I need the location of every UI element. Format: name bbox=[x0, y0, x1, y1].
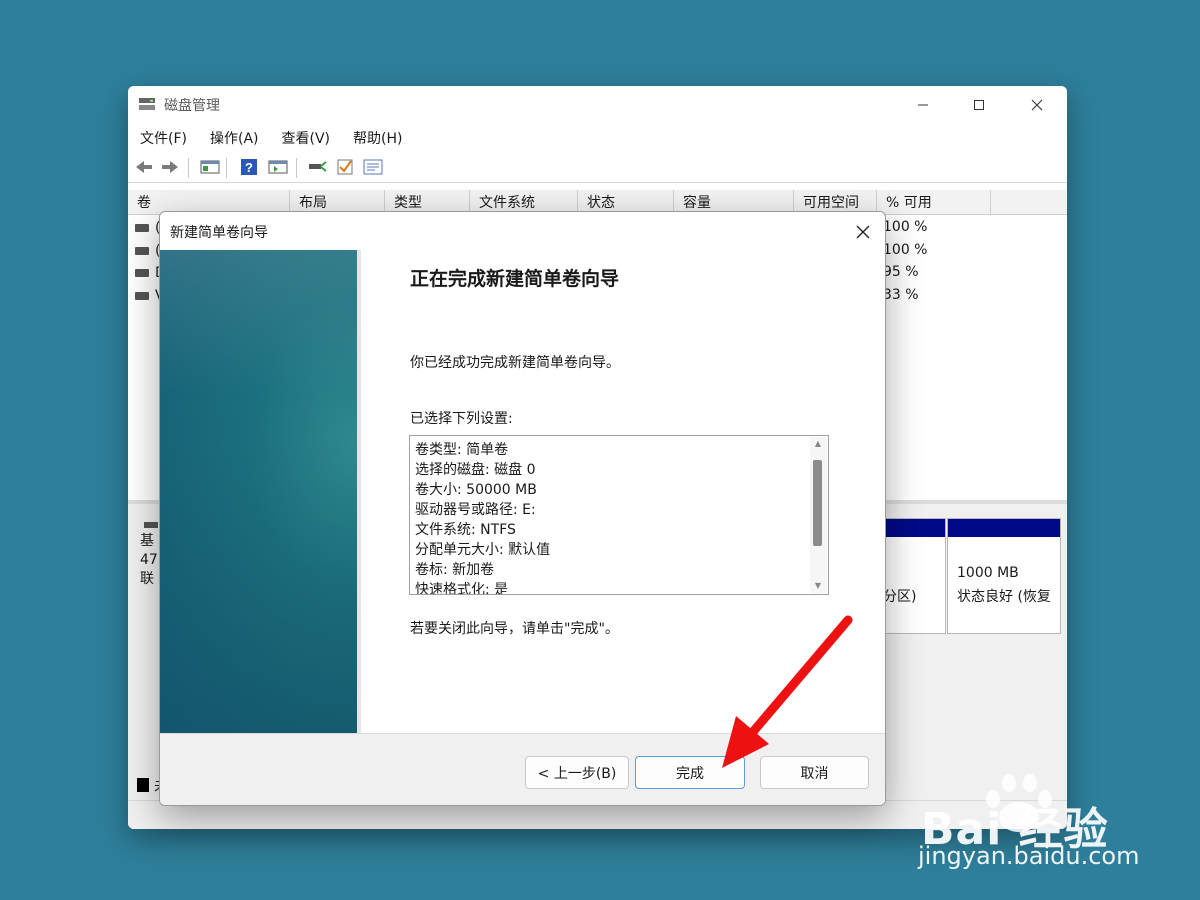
disk-management-icon bbox=[139, 98, 155, 110]
check-button[interactable] bbox=[334, 156, 356, 178]
close-button[interactable] bbox=[1012, 90, 1062, 120]
setting-line: 选择的磁盘: 磁盘 0 bbox=[415, 462, 536, 478]
setting-line: 驱动器号或路径: E: bbox=[415, 502, 536, 518]
scroll-down-icon[interactable]: ▼ bbox=[814, 582, 822, 590]
partition-size: 1000 MB bbox=[957, 565, 1019, 581]
disk-icon bbox=[144, 522, 158, 528]
cancel-button[interactable]: 取消 bbox=[760, 756, 869, 789]
menu-file[interactable]: 文件(F) bbox=[128, 124, 198, 150]
title-bar[interactable]: 磁盘管理 bbox=[128, 86, 1067, 124]
toolbar-separator bbox=[188, 158, 189, 178]
show-console-tree-button[interactable] bbox=[199, 156, 221, 178]
column-percent-free[interactable]: % 可用 bbox=[877, 190, 991, 214]
setting-line: 文件系统: NTFS bbox=[415, 522, 516, 538]
menu-view[interactable]: 查看(V) bbox=[270, 124, 342, 150]
volume-percent-free: 100 % bbox=[883, 219, 928, 235]
wizard-footer: < 上一步(B) 完成 取消 bbox=[160, 733, 885, 805]
forward-button[interactable] bbox=[159, 156, 181, 178]
disk-info: 基 47 联 bbox=[140, 532, 158, 589]
svg-text:?: ? bbox=[245, 160, 253, 175]
wizard-side-banner bbox=[160, 250, 357, 733]
minimize-icon bbox=[918, 104, 928, 106]
menu-help[interactable]: 帮助(H) bbox=[341, 124, 413, 150]
help-icon: ? bbox=[241, 159, 257, 175]
setting-line: 卷类型: 简单卷 bbox=[415, 442, 509, 458]
console-tree-icon bbox=[200, 160, 220, 174]
forward-arrow-icon bbox=[162, 161, 178, 173]
properties-icon bbox=[363, 159, 383, 175]
maximize-button[interactable] bbox=[954, 90, 1004, 120]
connect-disk-icon bbox=[309, 161, 327, 172]
scrollbar-thumb[interactable] bbox=[813, 460, 822, 546]
volume-percent-free: 100 % bbox=[883, 242, 928, 258]
disk-status: 联 bbox=[140, 571, 154, 587]
banner-shading bbox=[160, 250, 357, 733]
wizard-title: 新建简单卷向导 bbox=[170, 225, 268, 241]
window-title: 磁盘管理 bbox=[164, 98, 220, 114]
volume-percent-free: 95 % bbox=[883, 264, 919, 280]
setting-line: 分配单元大小: 默认值 bbox=[415, 542, 551, 558]
wizard-heading: 正在完成新建简单卷向导 bbox=[410, 268, 620, 290]
drive-icon bbox=[135, 247, 149, 255]
maximize-icon bbox=[974, 100, 984, 110]
back-button[interactable] bbox=[133, 156, 155, 178]
setting-line: 卷标: 新加卷 bbox=[415, 562, 495, 578]
partition-bar bbox=[948, 519, 1060, 537]
setting-line: 快速格式化: 是 bbox=[415, 582, 509, 595]
volume-percent-free: 33 % bbox=[883, 287, 919, 303]
toolbar-separator bbox=[226, 158, 227, 178]
banner-edge bbox=[357, 250, 361, 733]
setting-line: 卷大小: 50000 MB bbox=[415, 482, 537, 498]
drive-icon bbox=[135, 224, 149, 232]
close-icon bbox=[1031, 99, 1043, 111]
menu-action[interactable]: 操作(A) bbox=[198, 124, 270, 150]
scroll-up-icon[interactable]: ▲ bbox=[814, 440, 822, 448]
wizard-close-button[interactable] bbox=[851, 220, 875, 244]
drive-icon bbox=[135, 292, 149, 300]
finish-button[interactable]: 完成 bbox=[635, 756, 745, 789]
settings-summary-box[interactable]: 卷类型: 简单卷 选择的磁盘: 磁盘 0 卷大小: 50000 MB 驱动器号或… bbox=[409, 435, 829, 595]
connect-disk-button[interactable] bbox=[306, 156, 328, 178]
close-hint: 若要关闭此向导，请单击"完成"。 bbox=[410, 621, 619, 637]
toolbar-separator bbox=[296, 158, 297, 178]
back-arrow-icon bbox=[136, 161, 152, 173]
wizard-intro: 你已经成功完成新建简单卷向导。 bbox=[410, 355, 620, 371]
watermark-url: jingyan.baidu.com bbox=[918, 842, 1140, 870]
partition-status: 状态良好 (恢复 bbox=[957, 589, 1051, 605]
minimize-button[interactable] bbox=[898, 90, 948, 120]
disk-label: 基 bbox=[140, 533, 154, 549]
settings-label: 已选择下列设置: bbox=[410, 411, 513, 427]
drive-icon bbox=[135, 269, 149, 277]
legend-swatch bbox=[137, 778, 149, 792]
disk-size: 47 bbox=[140, 552, 158, 568]
check-icon bbox=[337, 159, 353, 175]
help-button[interactable]: ? bbox=[238, 156, 260, 178]
action-pane-icon bbox=[268, 160, 288, 174]
back-button[interactable]: < 上一步(B) bbox=[525, 756, 629, 789]
new-simple-volume-wizard: 新建简单卷向导 正在完成新建简单卷向导 你已经成功完成新建简单卷向导。 已选择下… bbox=[159, 211, 886, 806]
properties-button[interactable] bbox=[362, 156, 384, 178]
show-action-pane-button[interactable] bbox=[267, 156, 289, 178]
close-icon bbox=[856, 225, 870, 239]
recovery-partition-block[interactable]: 1000 MB 状态良好 (恢复 bbox=[947, 518, 1061, 634]
menu-bar: 文件(F) 操作(A) 查看(V) 帮助(H) bbox=[128, 124, 1067, 150]
toolbar: ? bbox=[128, 152, 1067, 183]
partition-text: 分区) bbox=[883, 589, 917, 605]
settings-list: 卷类型: 简单卷 选择的磁盘: 磁盘 0 卷大小: 50000 MB 驱动器号或… bbox=[415, 440, 551, 595]
